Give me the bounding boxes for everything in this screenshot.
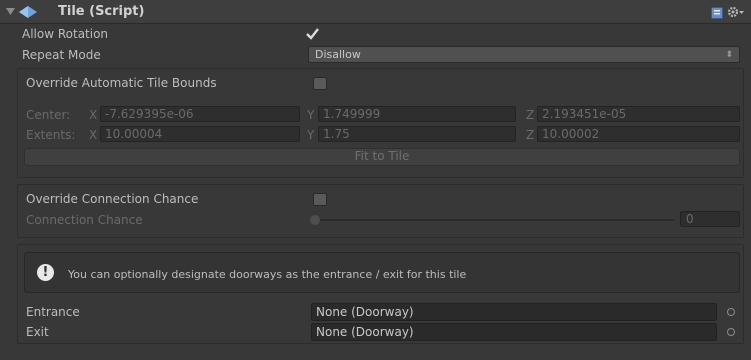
connection-chance-slider-knob[interactable] <box>310 215 320 225</box>
override-connection-checkbox[interactable] <box>313 193 327 206</box>
entrance-label: Entrance <box>26 305 80 319</box>
center-z-axis-label: Z <box>526 108 535 122</box>
repeat-mode-dropdown[interactable]: Disallow ⬍ <box>308 46 740 63</box>
repeat-mode-label: Repeat Mode <box>22 48 101 62</box>
override-bounds-label: Override Automatic Tile Bounds <box>26 76 217 90</box>
center-y-axis-label: Y <box>307 108 315 122</box>
allow-rotation-label: Allow Rotation <box>22 27 109 41</box>
extents-z-field[interactable]: 10.00002 <box>537 126 740 142</box>
component-title: Tile (Script) <box>58 4 145 19</box>
entrance-field[interactable]: None (Doorway) <box>311 303 717 321</box>
center-y-field[interactable]: 1.749999 <box>318 106 516 122</box>
diamond-script-icon <box>19 6 37 18</box>
center-z-field[interactable]: 2.193451e-05 <box>537 106 740 122</box>
triangle-down-icon[interactable] <box>6 8 15 16</box>
connection-chance-slider-track[interactable] <box>314 219 674 221</box>
override-bounds-checkbox[interactable] <box>313 77 327 90</box>
extents-x-axis-label: X <box>89 128 98 142</box>
connection-chance-label: Connection Chance <box>26 213 143 227</box>
gear-icon[interactable] <box>727 5 745 19</box>
book-help-icon[interactable] <box>711 7 723 19</box>
center-label: Center: <box>26 108 71 122</box>
extents-y-axis-label: Y <box>307 128 315 142</box>
dropdown-arrows-icon: ⬍ <box>725 50 733 60</box>
doorways-help-text: You can optionally designate doorways as… <box>68 268 467 281</box>
repeat-mode-value: Disallow <box>315 48 361 61</box>
allow-rotation-checkbox[interactable] <box>305 27 320 40</box>
exit-label: Exit <box>26 325 49 339</box>
extents-x-field[interactable]: 10.00004 <box>100 126 300 142</box>
exit-object-picker-icon[interactable] <box>727 328 735 336</box>
extents-label: Extents: <box>26 128 76 142</box>
center-x-field[interactable]: -7.629395e-06 <box>100 106 300 122</box>
exit-field[interactable]: None (Doorway) <box>311 323 717 341</box>
extents-z-axis-label: Z <box>526 128 535 142</box>
entrance-object-picker-icon[interactable] <box>727 308 735 316</box>
connection-chance-value: 0 <box>686 212 694 226</box>
fit-to-tile-button[interactable]: Fit to Tile <box>24 148 740 166</box>
center-x-axis-label: X <box>89 108 98 122</box>
connection-chance-field[interactable]: 0 <box>680 211 740 227</box>
extents-y-field[interactable]: 1.75 <box>318 126 516 142</box>
override-connection-label: Override Connection Chance <box>26 192 199 206</box>
exclamation-icon: ! <box>37 264 54 281</box>
